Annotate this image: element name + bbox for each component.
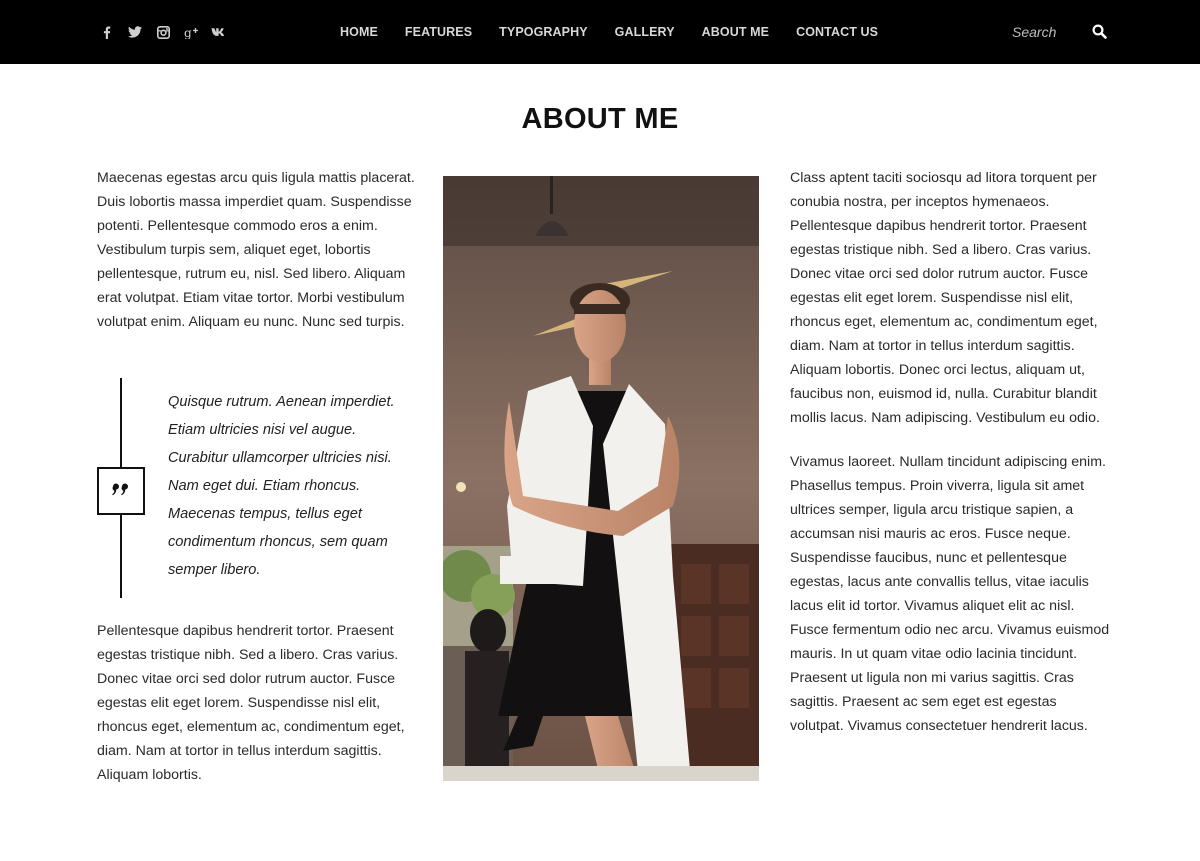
quote-icon [97,467,145,515]
right-column: Class aptent taciti sociosqu ad litora t… [790,166,1112,738]
blockquote: Quisque rutrum. Aenean imperdiet. Etiam … [168,394,395,578]
search-icon[interactable] [1092,24,1108,40]
vk-icon[interactable] [205,22,233,42]
social-links: g [93,22,233,42]
nav-gallery[interactable]: GALLERY [615,25,675,39]
svg-text:g: g [184,26,192,39]
google-plus-icon[interactable]: g [177,22,205,42]
instagram-icon[interactable] [149,22,177,42]
left-paragraph-1: Maecenas egestas arcu quis ligula mattis… [97,170,415,330]
top-navigation-bar: g HOME FEATURES TYPOGRAPHY GALLERY ABOUT… [0,0,1200,64]
page-title: ABOUT ME [521,103,679,135]
main-menu: HOME FEATURES TYPOGRAPHY GALLERY ABOUT M… [340,0,905,64]
nav-features[interactable]: FEATURES [405,25,472,39]
quote-divider-bottom [120,514,122,598]
left-paragraph-2: Pellentesque dapibus hendrerit tortor. P… [97,623,405,783]
nav-about-me[interactable]: ABOUT ME [702,25,769,39]
search-box [1012,18,1112,46]
facebook-icon[interactable] [93,22,121,42]
nav-contact-us[interactable]: CONTACT US [796,25,878,39]
twitter-icon[interactable] [121,22,149,42]
right-paragraph-2: Vivamus laoreet. Nullam tincidunt adipis… [790,454,1110,734]
quote-divider-top [120,378,122,468]
nav-home[interactable]: HOME [340,25,378,39]
nav-typography[interactable]: TYPOGRAPHY [499,25,588,39]
right-paragraph-1: Class aptent taciti sociosqu ad litora t… [790,170,1100,426]
model-photo [443,176,759,781]
search-input[interactable] [1012,18,1086,46]
